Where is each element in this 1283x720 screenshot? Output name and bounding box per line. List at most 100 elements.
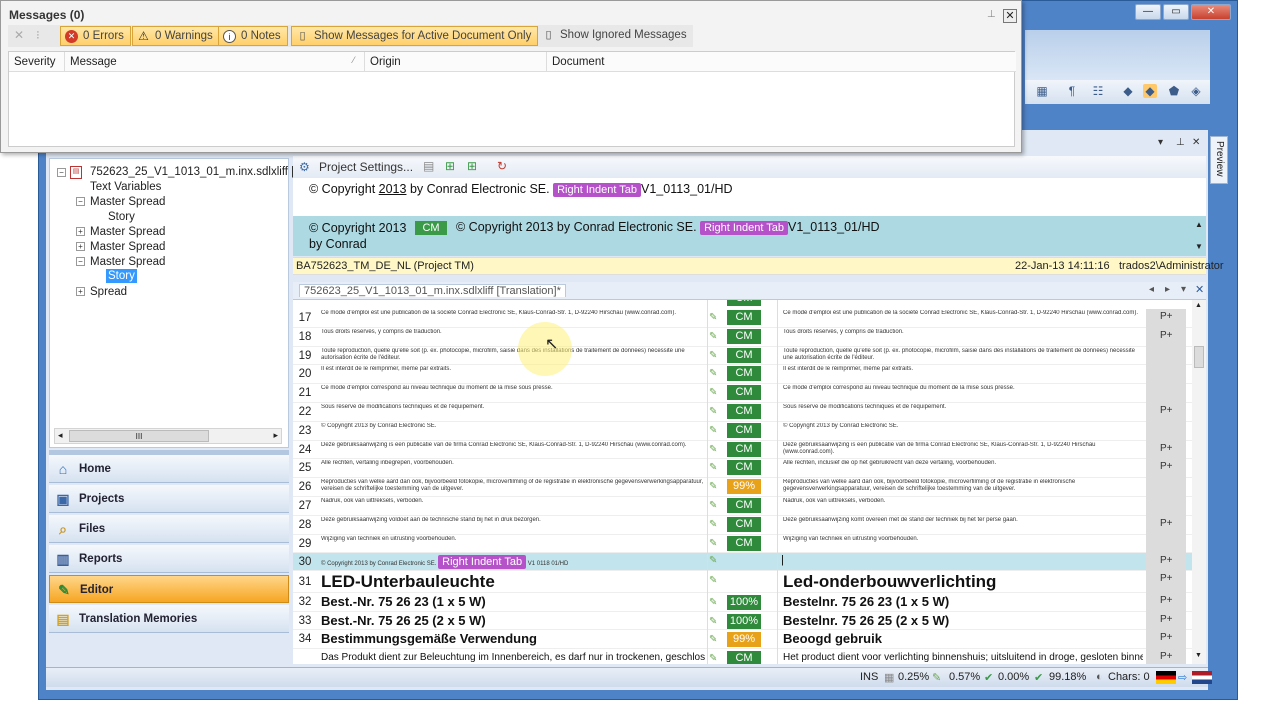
horizontal-scrollbar[interactable]: ◂ III ▸ <box>54 428 282 444</box>
target-segment[interactable]: Bestelnr. 75 26 23 (1 x 5 W) <box>783 594 1143 610</box>
blue-diamond-icon[interactable]: ⬟ <box>1167 84 1181 98</box>
segment-row[interactable]: 24 Deze gebruiksaanwijzing is een publica… <box>293 440 1206 460</box>
tm-icon[interactable]: ▤ <box>423 159 434 173</box>
segment-row[interactable]: 19 Toute reproduction, quelle qu'elle soi… <box>293 346 1206 366</box>
segment-row[interactable]: 33 Best.-Nr. 75 26 25 (2 x 5 W) ✎ 100% Beste… <box>293 611 1206 631</box>
grid-icon[interactable]: ▦ <box>1035 84 1049 98</box>
nav-files[interactable]: ⌕ Files <box>49 515 289 543</box>
tm-update-icon[interactable]: ⊞ <box>467 159 477 173</box>
target-segment[interactable]: Ce mode d'emploi est une publication de … <box>783 310 1143 327</box>
collapse-icon[interactable]: − <box>57 168 66 177</box>
minimize-button[interactable]: — <box>1135 4 1161 20</box>
source-segment[interactable]: Bestimmungsgemäße Verwendung <box>321 631 705 647</box>
source-segment[interactable]: © Copyright 2013 by Conrad Electronic SE… <box>321 423 705 440</box>
scroll-up-icon[interactable]: ▲ <box>1195 220 1203 229</box>
scroll-thumb[interactable]: III <box>69 430 209 442</box>
expand-icon[interactable]: + <box>76 287 85 296</box>
segment-row[interactable]: Das Produkt dient zur Beleuchtung im Inn… <box>293 648 1206 664</box>
notes-filter-button[interactable]: i0 Notes <box>218 26 288 46</box>
nav-home[interactable]: ⌂ Home <box>49 455 289 483</box>
messages-close-button[interactable]: ✕ <box>1003 9 1017 23</box>
errors-filter-button[interactable]: ✕ 0 Errors <box>60 26 131 46</box>
target-segment[interactable]: Ce mode d'emploi correspond au niveau te… <box>783 385 1143 402</box>
diamond-icon[interactable]: ◆ <box>1121 84 1135 98</box>
tree-file[interactable]: 752623_25_V1_1013_01_m.inx.sdlxliff [ <box>90 165 294 179</box>
tab-prev-icon[interactable]: ◂ <box>1149 284 1154 295</box>
expand-icon[interactable]: + <box>76 227 85 236</box>
tree-item-story-selected[interactable]: Story <box>106 269 137 283</box>
tab-menu-icon[interactable]: ▾ <box>1181 284 1186 295</box>
tag-list-icon[interactable]: ☷ <box>1091 84 1105 98</box>
target-segment[interactable]: Bestelnr. 75 26 25 (2 x 5 W) <box>783 613 1143 629</box>
target-segment[interactable]: Beoogd gebruik <box>783 631 1143 647</box>
collapse-icon[interactable]: − <box>76 197 85 206</box>
source-segment[interactable]: Ce mode d'emploi correspond au niveau te… <box>321 385 705 402</box>
source-segment[interactable]: Nadruk, ook van uittreksels, verboden. <box>321 498 705 515</box>
target-segment[interactable]: Tous droits réservés, y compris de tradu… <box>783 329 1143 346</box>
source-segment[interactable]: Ce mode d'emploi est une publication de … <box>321 310 705 327</box>
segment-row[interactable]: 34 Bestimmungsgemäße Verwendung ✎ 99% Beoogd… <box>293 630 1206 649</box>
column-severity[interactable]: Severity <box>9 52 65 72</box>
tree-item-master-spread[interactable]: Master Spread <box>90 195 165 209</box>
warnings-filter-button[interactable]: ⚠ 0 Warnings <box>132 26 220 46</box>
target-segment[interactable]: Alle rechten, inclusief die op het gebru… <box>783 460 1143 477</box>
source-segment[interactable]: Reproducties van welke aard dan ook, bij… <box>321 479 705 496</box>
tm-refresh-icon[interactable]: ↻ <box>497 159 507 173</box>
collapse-icon[interactable]: − <box>76 257 85 266</box>
segment-row[interactable]: 18 Tous droits réservés, y compris de tra… <box>293 327 1206 347</box>
source-segment[interactable]: Best.-Nr. 75 26 25 (2 x 5 W) <box>321 613 705 629</box>
segment-row[interactable]: 26 Reproducties van welke aard dan ook, b… <box>293 478 1206 497</box>
source-segment[interactable]: Best.-Nr. 75 26 23 (1 x 5 W) <box>321 594 705 610</box>
source-segment[interactable]: Deze gebruiksaanwijzing voldoet aan de t… <box>321 517 705 534</box>
source-segment[interactable]: Sous réserve de modifications techniques… <box>321 404 705 421</box>
expand-icon[interactable]: + <box>76 242 85 251</box>
close-pane-icon[interactable]: ✕ <box>1192 137 1200 148</box>
source-segment[interactable]: Das Produkt dient zur Beleuchtung im Inn… <box>321 650 705 664</box>
source-segment[interactable]: Tous droits réservés, y compris de tradu… <box>321 329 705 346</box>
editor-vertical-scrollbar[interactable]: ▲ ▼ <box>1192 300 1206 664</box>
source-segment[interactable]: Deze gebruiksaanwijzing is een publicati… <box>321 442 705 459</box>
target-segment[interactable]: Led-onderbouwverlichting <box>783 572 1143 592</box>
scroll-thumb[interactable] <box>1194 346 1204 368</box>
target-segment[interactable]: Het product dient voor verlichting binne… <box>783 650 1143 664</box>
source-segment[interactable]: Il est interdit de le réimprimer, même p… <box>321 366 705 383</box>
nav-projects[interactable]: ▣ Projects <box>49 485 289 513</box>
target-segment[interactable]: Il est interdit de le réimprimer, même p… <box>783 366 1143 383</box>
target-segment[interactable]: Reproducties van welke aard dan ook, bij… <box>783 479 1143 496</box>
segment-row[interactable]: 31 LED-Unterbauleuchte ✎ Led-onderbouwverli… <box>293 571 1206 594</box>
scroll-down-icon[interactable]: ▼ <box>1195 652 1202 659</box>
column-origin[interactable]: Origin <box>365 52 547 72</box>
diamond-active-icon[interactable]: ◆ <box>1143 84 1157 98</box>
segment-row[interactable]: 22 Sous réserve de modifications techniqu… <box>293 403 1206 422</box>
target-segment[interactable]: Wijziging van techniek en uitrusting voo… <box>783 536 1143 553</box>
clear-icon[interactable]: ✕ <box>14 28 24 42</box>
segment-row[interactable]: 29 Wijziging van techniek en uitrusting v… <box>293 534 1206 554</box>
source-segment[interactable]: © Copyright 2013 by Conrad Electronic SE… <box>321 555 568 570</box>
segment-row[interactable]: 27 Nadruk, ook van uittreksels, verboden.… <box>293 497 1206 516</box>
source-segment[interactable]: Wijziging van techniek en uitrusting voo… <box>321 536 705 553</box>
show-ignored-button[interactable]: ▯ Show Ignored Messages <box>538 26 693 46</box>
scroll-right-icon[interactable]: ▸ <box>273 430 278 441</box>
project-settings-button[interactable]: Project Settings... <box>319 160 413 174</box>
segment-row[interactable]: 21 Ce mode d'emploi correspond au niveau … <box>293 384 1206 403</box>
tree-item-text-variables[interactable]: Text Variables <box>90 180 161 194</box>
segment-row[interactable]: 20 Il est interdit de le réimprimer, même… <box>293 365 1206 385</box>
segment-row[interactable]: 23 © Copyright 2013 by Conrad Electronic … <box>293 421 1206 441</box>
tree-item-spread[interactable]: Spread <box>90 285 127 299</box>
maximize-button[interactable]: ▭ <box>1163 4 1189 20</box>
segment-row[interactable]: 28 Deze gebruiksaanwijzing voldoet aan de… <box>293 515 1206 535</box>
tree-item-master-spread[interactable]: Master Spread <box>90 225 165 239</box>
close-button[interactable]: ✕ <box>1191 4 1231 20</box>
tree-item-master-spread[interactable]: Master Spread <box>90 255 165 269</box>
nav-reports[interactable]: ▥ Reports <box>49 545 289 573</box>
column-message[interactable]: Message <box>65 52 365 72</box>
segment-row[interactable]: 17 Ce mode d'emploi est une publication d… <box>293 309 1206 328</box>
document-tab[interactable]: 752623_25_V1_1013_01_m.inx.sdlxliff [Tra… <box>299 284 566 297</box>
tab-next-icon[interactable]: ▸ <box>1165 284 1170 295</box>
active-segment-row[interactable]: 30 © Copyright 2013 by Conrad Electronic … <box>293 553 1206 572</box>
target-segment[interactable]: © Copyright 2013 by Conrad Electronic SE… <box>783 423 1143 440</box>
active-document-only-button[interactable]: ▯ Show Messages for Active Document Only <box>291 26 539 46</box>
scroll-down-icon[interactable]: ▼ <box>1195 242 1203 251</box>
preview-tab[interactable]: Preview <box>1210 136 1228 184</box>
target-segment[interactable]: Deze gebruiksaanwijzing is een publicati… <box>783 442 1143 459</box>
